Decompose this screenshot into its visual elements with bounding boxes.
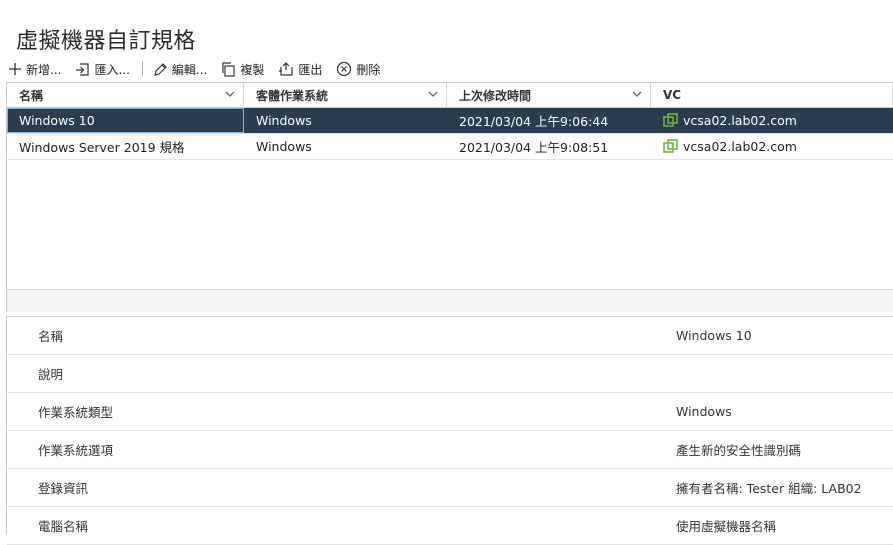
pencil-icon <box>154 62 167 76</box>
chevron-down-icon[interactable] <box>225 89 235 99</box>
export-button-label: 匯出 <box>298 62 323 77</box>
column-header-name[interactable]: 名稱 <box>7 83 244 107</box>
detail-label: 作業系統選項 <box>38 443 114 458</box>
table-header: 名稱 客體作業系統 上次修改時間 VC <box>7 83 893 108</box>
import-icon <box>76 62 90 76</box>
toolbar-divider <box>141 61 143 77</box>
toolbar: 新增... 匯入... 編輯... 複製 匯出 刪除 <box>8 58 394 80</box>
new-button-label: 新增... <box>26 62 62 77</box>
column-header-label: 客體作業系統 <box>256 88 329 103</box>
detail-value: 擁有者名稱: Tester 組織: LAB02 <box>676 481 862 496</box>
detail-row: 登錄資訊 擁有者名稱: Tester 組織: LAB02 <box>7 469 893 507</box>
cell-name: Windows 10 <box>7 108 244 133</box>
vc-link[interactable]: vcsa02.lab02.com <box>683 139 797 154</box>
detail-value: 使用虛擬機器名稱 <box>676 519 777 534</box>
column-header-guest-os[interactable]: 客體作業系統 <box>244 83 447 107</box>
cell-modified: 2021/03/04 上午9:08:51 <box>459 140 609 155</box>
chevron-down-icon[interactable] <box>632 89 642 99</box>
spec-table: 名稱 客體作業系統 上次修改時間 VC Windows 10 Windows 2… <box>6 82 893 312</box>
detail-value: Windows <box>676 404 732 419</box>
edit-button-label: 編輯... <box>171 62 208 77</box>
import-button[interactable]: 匯入... <box>75 61 130 78</box>
delete-icon <box>337 61 352 77</box>
delete-button[interactable]: 刪除 <box>336 61 380 78</box>
cell-os: Windows <box>256 139 312 154</box>
table-row[interactable]: Windows Server 2019 規格 Windows 2021/03/0… <box>7 134 893 160</box>
cell-vc[interactable]: vcsa02.lab02.com <box>651 134 893 159</box>
column-header-vc[interactable]: VC <box>651 83 893 107</box>
cell-vc[interactable]: vcsa02.lab02.com <box>651 108 893 133</box>
copy-button[interactable]: 複製 <box>221 61 264 78</box>
column-header-label: 名稱 <box>19 88 44 103</box>
new-button[interactable]: 新增... <box>8 61 61 78</box>
vcenter-icon <box>663 139 678 153</box>
detail-row: 作業系統類型 Windows <box>7 393 893 431</box>
detail-label: 電腦名稱 <box>38 519 89 534</box>
cell-modified: 2021/03/04 上午9:06:44 <box>459 114 609 129</box>
cell-name: Windows Server 2019 規格 <box>19 140 185 155</box>
detail-row: 名稱 Windows 10 <box>7 317 893 355</box>
edit-button[interactable]: 編輯... <box>153 61 207 78</box>
table-row[interactable]: Windows 10 Windows 2021/03/04 上午9:06:44 … <box>7 108 893 134</box>
detail-row: 作業系統選項 產生新的安全性識別碼 <box>7 431 893 469</box>
column-header-label: VC <box>663 88 682 102</box>
export-icon <box>279 61 293 76</box>
vc-link[interactable]: vcsa02.lab02.com <box>683 113 797 128</box>
plus-icon <box>9 63 21 75</box>
chevron-down-icon[interactable] <box>428 89 438 99</box>
copy-icon <box>222 61 235 77</box>
detail-label: 名稱 <box>38 329 64 344</box>
export-button[interactable]: 匯出 <box>278 61 322 78</box>
cell-os: Windows <box>256 113 312 128</box>
detail-row: 電腦名稱 使用虛擬機器名稱 <box>7 507 893 545</box>
detail-panel: 名稱 Windows 10 說明 作業系統類型 Windows 作業系統選項 產… <box>6 316 893 545</box>
page-title: 虛擬機器自訂規格 <box>16 28 197 54</box>
detail-row: 說明 <box>7 355 893 393</box>
copy-button-label: 複製 <box>240 62 265 77</box>
import-button-label: 匯入... <box>94 62 130 77</box>
detail-label: 登錄資訊 <box>38 481 89 496</box>
column-header-label: 上次修改時間 <box>459 88 532 103</box>
detail-label: 作業系統類型 <box>38 405 114 420</box>
table-footer <box>7 289 893 312</box>
detail-value: Windows 10 <box>676 328 752 343</box>
vcenter-icon <box>663 113 678 127</box>
detail-value: 產生新的安全性識別碼 <box>676 443 802 458</box>
delete-button-label: 刪除 <box>356 62 381 77</box>
column-header-modified[interactable]: 上次修改時間 <box>447 83 651 107</box>
detail-label: 說明 <box>38 367 64 382</box>
